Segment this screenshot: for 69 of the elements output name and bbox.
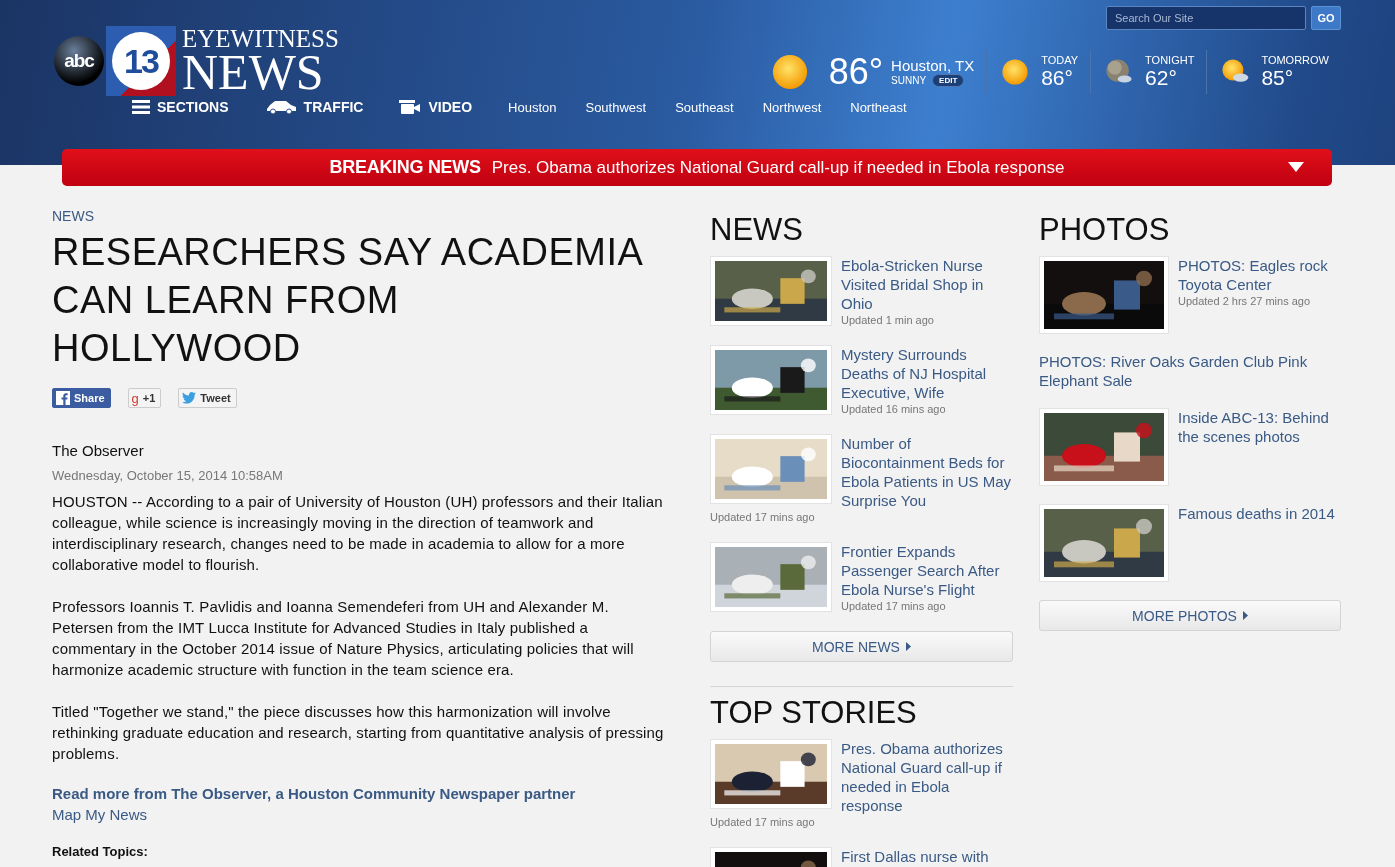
gallery-link[interactable]: Inside ABC-13: Behind the scenes photos xyxy=(1039,408,1341,446)
breaking-headline[interactable]: Pres. Obama authorizes National Guard call-up if needed in Ebola response xyxy=(491,157,1065,178)
video-camera-icon xyxy=(399,100,422,114)
nav-link[interactable]: VIDEO xyxy=(399,99,473,115)
breaking-label: BREAKING NEWS xyxy=(329,157,481,178)
search-field[interactable]: Search Our Site xyxy=(1106,6,1306,30)
article-date: Wednesday, October 15, 2014 10:58AM xyxy=(52,468,284,483)
nav-link[interactable]: TRAFFIC xyxy=(264,99,364,115)
gallery-link[interactable]: PHOTOS: Eagles rock Toyota Center xyxy=(1039,256,1341,294)
map-link[interactable]: Map My News xyxy=(52,806,692,823)
channel-logo[interactable]: 13 xyxy=(106,26,176,96)
updated-time: Updated 16 mins ago xyxy=(840,402,947,416)
forecast-label: TODAY xyxy=(1041,55,1079,67)
more-photos-button[interactable]: MORE PHOTOS xyxy=(1039,600,1341,631)
caret-icon xyxy=(905,642,911,651)
go-button[interactable]: GO xyxy=(1311,6,1341,30)
forecast-temperature: 86° xyxy=(1041,66,1074,89)
updated-time: Updated 1 min ago xyxy=(840,313,935,327)
forecast-temperature: 85° xyxy=(1261,66,1295,89)
forecast-label: TOMORROW xyxy=(1261,55,1329,67)
story-link[interactable]: Pres. Obama authorizes National Guard call-up if needed in Ebola response xyxy=(710,739,1013,815)
updated-time: Updated 17 mins ago xyxy=(710,815,816,829)
updated-time: Updated 17 mins ago xyxy=(840,599,947,613)
share-button[interactable]: Tweet xyxy=(178,388,237,408)
sun-icon xyxy=(1001,58,1030,86)
breaking-news-bar[interactable]: BREAKING NEWS Pres. Obama authorizes National Guard call-up if needed in Ebola response xyxy=(62,149,1332,186)
section-link[interactable]: NEWS xyxy=(52,208,692,224)
city-name: Houston, TX xyxy=(891,57,975,74)
share-button[interactable]: Share xyxy=(52,388,111,408)
region-link[interactable]: Northwest xyxy=(762,99,822,115)
related-topics-label: Related Topics: xyxy=(52,844,149,859)
region-link[interactable]: Southeast xyxy=(675,99,734,115)
article-paragraph: Titled "Together we stand," the piece discusses how this harmonization will involve rethinking graduate education and research, starting from quantitative analysis of pressing problems. xyxy=(52,702,665,764)
caret-icon xyxy=(1242,611,1248,620)
menu-icon xyxy=(132,100,150,114)
region-link[interactable]: Houston xyxy=(508,99,557,115)
forecast-temperature: 62° xyxy=(1145,66,1178,89)
more-news-button[interactable]: MORE NEWS xyxy=(710,631,1013,662)
edit-button[interactable]: EDIT xyxy=(932,74,965,87)
gallery-link[interactable]: Famous deaths in 2014 xyxy=(1039,504,1341,523)
share-button[interactable]: g +1 xyxy=(127,388,162,408)
article-paragraph: HOUSTON -- According to a pair of University of Houston (UH) professors and their Italian colleague, while science is increasingly moving in the direction of teamwork and interdisciplinary research, changes need to be made in academia to allow for a more collaborative model to flourish. xyxy=(52,492,664,575)
network-logo[interactable]: abc xyxy=(54,36,104,86)
nav-link[interactable]: SECTIONS xyxy=(132,99,229,115)
story-link[interactable]: First Dallas nurse with xyxy=(710,847,1013,866)
top-stories-heading: TOP STORIES xyxy=(710,695,918,731)
car-icon xyxy=(264,100,297,114)
article-title: RESEARCHERS SAY ACADEMIA CAN LEARN FROM HOLLYWOOD xyxy=(52,230,643,371)
article-paragraph: Professors Ioannis T. Pavlidis and Ioanna Semendeferi from UH and Alexander M. Petersen from the IMT Lucca Institute for Advanced Studies in Italy published a commentary in the October 2014 issue of Nature Physics, articulating policies that will harmonize academic structure with function in the team science era. xyxy=(52,597,635,680)
forecast-label: TONIGHT xyxy=(1145,55,1195,67)
story-link[interactable]: Number of Biocontainment Beds for Ebola Patients in US May Surprise You xyxy=(710,434,1013,510)
bird-icon xyxy=(182,392,197,404)
gallery-link[interactable]: PHOTOS: River Oaks Garden Club Pink Elephant Sale xyxy=(1039,352,1341,390)
region-link[interactable]: Northeast xyxy=(850,99,907,115)
dropdown-caret-icon[interactable] xyxy=(1288,162,1304,172)
article-source: The Observer xyxy=(52,442,145,459)
read-more-link[interactable]: Read more from The Observer, a Houston Community Newspaper partner xyxy=(52,785,692,802)
updated-time: Updated 17 mins ago xyxy=(710,510,816,524)
weather-condition: SUNNY xyxy=(891,75,927,86)
photos-heading: PHOTOS xyxy=(1039,212,1171,248)
sun-icon xyxy=(770,53,809,91)
story-link[interactable]: Ebola-Stricken Nurse Visited Bridal Shop in Ohio xyxy=(710,256,1013,313)
story-link[interactable]: Frontier Expands Passenger Search After Ebola Nurse's Flight xyxy=(710,542,1013,599)
story-link[interactable]: Mystery Surrounds Deaths of NJ Hospital Executive, Wife xyxy=(710,345,1013,402)
news-heading: NEWS xyxy=(710,212,804,248)
updated-time: Updated 2 hrs 27 mins ago xyxy=(1177,294,1312,308)
region-link[interactable]: Southwest xyxy=(585,99,647,115)
current-temperature: 86° xyxy=(828,51,884,93)
facebook-icon xyxy=(56,391,70,405)
